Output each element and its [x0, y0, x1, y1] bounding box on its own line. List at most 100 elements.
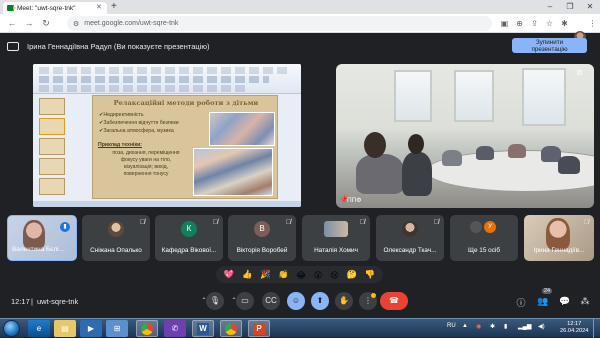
- browser-tab-strip: Meet: "uwt-sqre-tnk" ✕ + – ❐ ✕: [0, 0, 600, 14]
- powerpoint-icon[interactable]: P: [248, 320, 270, 337]
- bookmark-star-icon[interactable]: ☆: [543, 17, 556, 30]
- bluetooth-tray-icon[interactable]: ✱: [490, 323, 495, 330]
- presenting-banner: Ірина Геннадіївна Радул (Ви показуєте пр…: [7, 37, 593, 55]
- taskbar-date: 26.04.2024: [560, 328, 589, 334]
- reaction-surprised-icon[interactable]: 😮: [314, 270, 323, 280]
- camera-tile-label: ППФ: [347, 197, 362, 204]
- stop-button-line1: Зупинити: [535, 39, 564, 46]
- participant-tile[interactable]: 🎙̸ Сніжана Опалько: [82, 215, 150, 261]
- activities-icon[interactable]: ⁂: [578, 296, 592, 307]
- slide-bullet: ✔Загальна атмосфера, музика: [99, 128, 174, 134]
- site-info-icon[interactable]: ⚙: [73, 20, 79, 28]
- meet-favicon-icon: [7, 5, 16, 11]
- show-desktop-button[interactable]: [593, 319, 600, 338]
- reaction-laugh-icon[interactable]: 😂: [296, 270, 306, 280]
- present-button[interactable]: ⬆: [311, 292, 329, 310]
- stop-presenting-button[interactable]: Зупинити презентацію: [512, 38, 587, 53]
- reaction-sad-icon[interactable]: 😢: [330, 270, 339, 280]
- leave-call-button[interactable]: ☎: [380, 292, 408, 310]
- address-bar[interactable]: ⚙ meet.google.com/uwt-sqre-tnk: [67, 16, 492, 31]
- mic-off-icon: 🎙̸: [139, 219, 145, 226]
- reload-icon[interactable]: ↻: [39, 16, 53, 31]
- participant-tile[interactable]: ▮ Валентина Бєлі...: [7, 215, 77, 261]
- participant-tile[interactable]: 🎙̸ Олександр Ткач...: [376, 215, 444, 261]
- reactions-bar: 💖 👍 🎉 👏 😂 😮 😢 🤔 👎: [216, 266, 383, 283]
- meeting-info-icon[interactable]: ⓘ: [514, 296, 528, 309]
- viber-icon[interactable]: ✆: [164, 320, 186, 337]
- slide-photo-bottom: [193, 148, 273, 196]
- slide-thumbnails[interactable]: [35, 96, 67, 201]
- participant-tile[interactable]: К 🎙̸ Кафедра Вікової...: [155, 215, 223, 261]
- speaking-indicator-icon: ▮: [60, 222, 70, 232]
- captions-button[interactable]: CC: [262, 292, 280, 310]
- tray-expand-icon[interactable]: ▲: [462, 323, 468, 329]
- slide-title: Релаксаційні методи роботи з дітьми: [113, 99, 259, 107]
- browser-tab-meet[interactable]: Meet: "uwt-sqre-tnk" ✕: [3, 2, 107, 14]
- menu-kebab-icon[interactable]: ⋮: [586, 17, 599, 30]
- reaction-party-icon[interactable]: 🎉: [260, 269, 270, 280]
- avatar: [470, 221, 482, 233]
- minimize-icon[interactable]: –: [540, 0, 560, 13]
- browser-toolbar: ← → ↻ ⚙ meet.google.com/uwt-sqre-tnk ▣ ⊕…: [0, 14, 600, 43]
- raise-hand-button[interactable]: ✋: [335, 292, 353, 310]
- slide-photo-top: [209, 112, 275, 146]
- notification-dot: [371, 293, 376, 298]
- avatar: [108, 221, 124, 237]
- volume-tray-icon[interactable]: ◀): [538, 323, 545, 330]
- slide-example-heading: Приклад техніки:: [98, 142, 142, 148]
- media-player-icon[interactable]: ▶: [80, 320, 102, 337]
- mic-off-icon: 🎙̸: [433, 219, 439, 226]
- camera-button[interactable]: ▭: [236, 292, 254, 310]
- taskbar-time: 12:17: [567, 321, 582, 327]
- close-tab-icon[interactable]: ✕: [96, 3, 102, 11]
- avatar: У: [484, 221, 496, 233]
- people-count-badge: 24: [542, 288, 553, 294]
- participant-tile-more[interactable]: У Ще 15 осіб: [450, 215, 518, 261]
- call-controls: 12:17 | uwt-sqre-tnk ⌃ 🎙 ⌃ ▭ CC ☺ ⬆ ✋ ⋮ …: [0, 288, 600, 314]
- participant-tile[interactable]: 🎙̸ Наталія Хомич: [302, 215, 370, 261]
- new-tab-icon[interactable]: +: [111, 1, 117, 12]
- participant-tile[interactable]: В 🎙̸ Вікторія Воробей: [228, 215, 296, 261]
- network-icon[interactable]: ⊞: [106, 320, 128, 337]
- shared-screen-presentation[interactable]: Релаксаційні методи роботи з дітьми ✔Нед…: [33, 64, 301, 207]
- chrome-taskbar-icon[interactable]: [136, 320, 158, 337]
- taskbar-clock[interactable]: 12:17 26.04.2024: [560, 321, 588, 335]
- microphone-button[interactable]: 🎙: [206, 292, 224, 310]
- battery-tray-icon[interactable]: ▮: [504, 323, 507, 330]
- back-icon[interactable]: ←: [5, 16, 19, 31]
- separator: |: [31, 297, 33, 306]
- tab-title: Meet: "uwt-sqre-tnk": [17, 4, 76, 12]
- slide-example-line: поза, дихання, переміщення: [112, 150, 180, 156]
- share-icon[interactable]: ⇪: [528, 17, 541, 30]
- mic-off-icon: 🎙̸: [212, 219, 218, 226]
- extensions-icon[interactable]: ✱: [558, 17, 571, 30]
- zoom-icon[interactable]: ⊕: [513, 17, 526, 30]
- close-window-icon[interactable]: ✕: [580, 0, 600, 13]
- reaction-thumbs-up-icon[interactable]: 👍: [242, 269, 252, 280]
- internet-explorer-icon[interactable]: e: [28, 320, 50, 337]
- screen-share-indicator-icon[interactable]: ▣: [498, 17, 511, 30]
- antivirus-tray-icon[interactable]: ◉: [476, 323, 481, 330]
- word-icon[interactable]: W: [192, 320, 214, 337]
- reaction-thinking-icon[interactable]: 🤔: [347, 269, 357, 280]
- reactions-button[interactable]: ☺: [287, 292, 305, 310]
- presenting-text: Ірина Геннадіївна Радул (Ви показуєте пр…: [27, 41, 210, 51]
- start-button[interactable]: [3, 320, 20, 337]
- chrome-taskbar-icon-2[interactable]: [220, 320, 242, 337]
- network-tray-icon[interactable]: ▂▄▆: [518, 323, 531, 330]
- people-icon[interactable]: 👥: [536, 296, 550, 307]
- camera-tile-classroom[interactable]: ⊘: [336, 64, 594, 208]
- reaction-heart-icon[interactable]: 💖: [224, 269, 234, 280]
- language-indicator[interactable]: RU: [447, 323, 456, 329]
- reaction-thumbs-down-icon[interactable]: 👎: [365, 269, 375, 280]
- participant-tile-self[interactable]: 🎙̸ Ірина Геннадіїв...: [524, 215, 594, 261]
- participant-name: Ще 15 осіб: [467, 247, 501, 254]
- file-explorer-icon[interactable]: ▤: [54, 320, 76, 337]
- reaction-clap-icon[interactable]: 👏: [278, 269, 288, 280]
- url-text: meet.google.com/uwt-sqre-tnk: [84, 20, 179, 27]
- chat-icon[interactable]: 💬: [558, 296, 572, 307]
- tile-options-icon[interactable]: ⊘: [576, 68, 583, 77]
- forward-icon[interactable]: →: [22, 16, 36, 31]
- maximize-icon[interactable]: ❐: [560, 0, 580, 13]
- slide-example-line: візуалізація; вихід,: [124, 164, 168, 170]
